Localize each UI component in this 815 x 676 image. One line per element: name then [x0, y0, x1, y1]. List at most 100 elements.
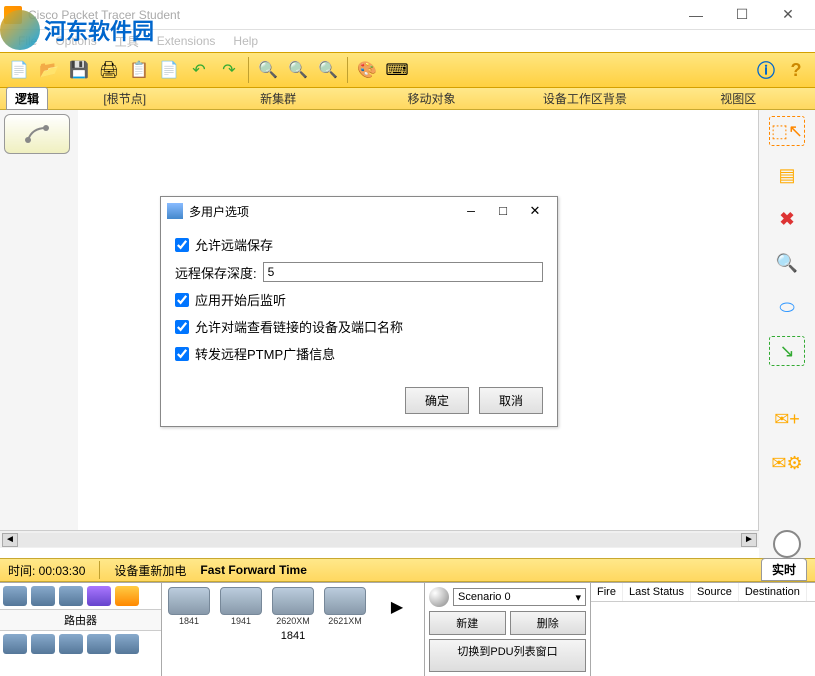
custom-category-icon[interactable]: [59, 634, 83, 654]
scenario-cycle-icon[interactable]: [429, 587, 449, 607]
info-icon[interactable]: ⓘ: [753, 57, 779, 83]
new-file-icon[interactable]: 📄: [6, 57, 32, 83]
dialog-maximize-button[interactable]: □: [487, 204, 519, 219]
remote-save-depth-input[interactable]: [263, 262, 543, 282]
top-nav: 逻辑 [根节点] 新集群 移动对象 设备工作区背景 视图区: [0, 88, 815, 110]
zoom-reset-icon[interactable]: 🔍: [285, 57, 311, 83]
nav-root[interactable]: [根节点]: [48, 90, 201, 107]
delete-tool-icon[interactable]: ✖: [769, 204, 805, 234]
logic-tab[interactable]: 逻辑: [6, 87, 48, 110]
allow-remote-save-checkbox[interactable]: [175, 238, 189, 252]
add-simple-pdu-icon[interactable]: ✉+: [769, 404, 805, 434]
zoom-in-icon[interactable]: 🔍: [255, 57, 281, 83]
remote-save-depth-label: 远程保存深度:: [175, 263, 257, 282]
device-item[interactable]: 2621XM: [322, 587, 368, 626]
pdu-col-source[interactable]: Source: [691, 583, 739, 601]
select-tool-icon[interactable]: ⬚↖: [769, 116, 805, 146]
open-file-icon[interactable]: 📂: [36, 57, 62, 83]
fast-forward-button[interactable]: Fast Forward Time: [200, 563, 306, 577]
realtime-clock-icon[interactable]: [773, 530, 801, 558]
scenario-new-button[interactable]: 新建: [429, 611, 506, 635]
navigation-view-icon[interactable]: [4, 114, 70, 154]
note-tool-icon[interactable]: ▤: [769, 160, 805, 190]
time-label: 时间:: [8, 564, 35, 578]
enddevice-category-icon[interactable]: [3, 634, 27, 654]
app-icon: [4, 6, 22, 24]
pdu-col-destination[interactable]: Destination: [739, 583, 807, 601]
redo-icon[interactable]: ↷: [216, 57, 242, 83]
wireless-category-icon[interactable]: [87, 586, 111, 606]
window-title: Cisco Packet Tracer Student: [28, 8, 673, 22]
cancel-button[interactable]: 取消: [479, 387, 543, 414]
paste-icon[interactable]: 📄: [156, 57, 182, 83]
listen-after-start-checkbox[interactable]: [175, 293, 189, 307]
dialog-icon: [167, 203, 183, 219]
allow-peer-view-label: 允许对端查看链接的设备及端口名称: [195, 317, 403, 336]
time-value: 00:03:30: [35, 564, 85, 578]
device-item[interactable]: 1941: [218, 587, 264, 626]
right-toolbar: ⬚↖ ▤ ✖ 🔍 ⬭ ↘ ✉+ ✉⚙: [759, 110, 815, 530]
inspect-tool-icon[interactable]: 🔍: [769, 248, 805, 278]
help-icon[interactable]: ?: [783, 57, 809, 83]
device-scroll-right-icon[interactable]: ▶: [374, 587, 420, 626]
nav-move-object[interactable]: 移动对象: [355, 90, 508, 107]
menu-file[interactable]: File: [18, 34, 37, 48]
menu-help[interactable]: Help: [233, 34, 258, 48]
device-list-panel: 1841 1941 2620XM 2621XM ▶ 1841: [162, 583, 425, 676]
switch-category-icon[interactable]: [31, 586, 55, 606]
wan-category-icon[interactable]: [31, 634, 55, 654]
menu-extensions[interactable]: Extensions: [157, 34, 216, 48]
hub-category-icon[interactable]: [59, 586, 83, 606]
timebar: 时间: 00:03:30 设备重新加电 Fast Forward Time 实时: [0, 558, 815, 582]
horizontal-scrollbar[interactable]: ◄ ►: [0, 530, 759, 548]
minimize-button[interactable]: —: [673, 0, 719, 30]
scenario-delete-button[interactable]: 删除: [510, 611, 587, 635]
pdu-col-last-status[interactable]: Last Status: [623, 583, 691, 601]
print-icon[interactable]: 🖨: [96, 57, 122, 83]
close-button[interactable]: ✕: [765, 0, 811, 30]
dialog-title: 多用户选项: [189, 203, 455, 220]
zoom-out-icon[interactable]: 🔍: [315, 57, 341, 83]
maximize-button[interactable]: ☐: [719, 0, 765, 30]
scroll-right-icon[interactable]: ►: [741, 533, 757, 547]
nav-viewport[interactable]: 视图区: [662, 90, 815, 107]
pdu-col-fire[interactable]: Fire: [591, 583, 623, 601]
scroll-left-icon[interactable]: ◄: [2, 533, 18, 547]
toggle-pdu-list-button[interactable]: 切换到PDU列表窗口: [429, 639, 586, 672]
nav-new-cluster[interactable]: 新集群: [201, 90, 354, 107]
device-category-label: 路由器: [0, 609, 161, 631]
scenario-select[interactable]: Scenario 0: [453, 588, 586, 606]
device-category-panel: 路由器: [0, 583, 162, 676]
menu-tools[interactable]: 工具: [115, 33, 139, 50]
dialog-close-button[interactable]: ✕: [519, 204, 551, 219]
realtime-tab[interactable]: 实时: [761, 558, 807, 581]
repower-button[interactable]: 设备重新加电: [114, 562, 186, 579]
menubar: File Options 工具 Extensions Help: [0, 30, 815, 52]
forward-ptmp-checkbox[interactable]: [175, 347, 189, 361]
device-dialog-icon[interactable]: ⌨: [384, 57, 410, 83]
connections-category-icon[interactable]: [115, 586, 139, 606]
undo-icon[interactable]: ↶: [186, 57, 212, 83]
nav-workarea-bg[interactable]: 设备工作区背景: [508, 90, 661, 107]
misc-category-icon[interactable]: [115, 634, 139, 654]
draw-shape-icon[interactable]: ⬭: [769, 292, 805, 322]
forward-ptmp-label: 转发远程PTMP广播信息: [195, 344, 335, 363]
save-icon[interactable]: 💾: [66, 57, 92, 83]
copy-icon[interactable]: 📋: [126, 57, 152, 83]
bottom-panel: 路由器 1841 1941 2620XM 2621XM ▶ 1841 Scena…: [0, 582, 815, 676]
multiuser-category-icon[interactable]: [87, 634, 111, 654]
palette-icon[interactable]: 🎨: [354, 57, 380, 83]
allow-remote-save-label: 允许远端保存: [195, 235, 273, 254]
resize-tool-icon[interactable]: ↘: [769, 336, 805, 366]
dialog-minimize-button[interactable]: —: [455, 204, 487, 219]
pdu-table: Fire Last Status Source Destination: [591, 583, 815, 676]
ok-button[interactable]: 确定: [405, 387, 469, 414]
add-complex-pdu-icon[interactable]: ✉⚙: [769, 448, 805, 478]
device-item[interactable]: 1841: [166, 587, 212, 626]
menu-options[interactable]: Options: [55, 34, 96, 48]
allow-peer-view-checkbox[interactable]: [175, 320, 189, 334]
selected-device-label: 1841: [166, 626, 420, 642]
device-item[interactable]: 2620XM: [270, 587, 316, 626]
router-category-icon[interactable]: [3, 586, 27, 606]
multiuser-options-dialog: 多用户选项 — □ ✕ 允许远端保存 远程保存深度: 应用开始后监听 允许对端查…: [160, 196, 558, 427]
